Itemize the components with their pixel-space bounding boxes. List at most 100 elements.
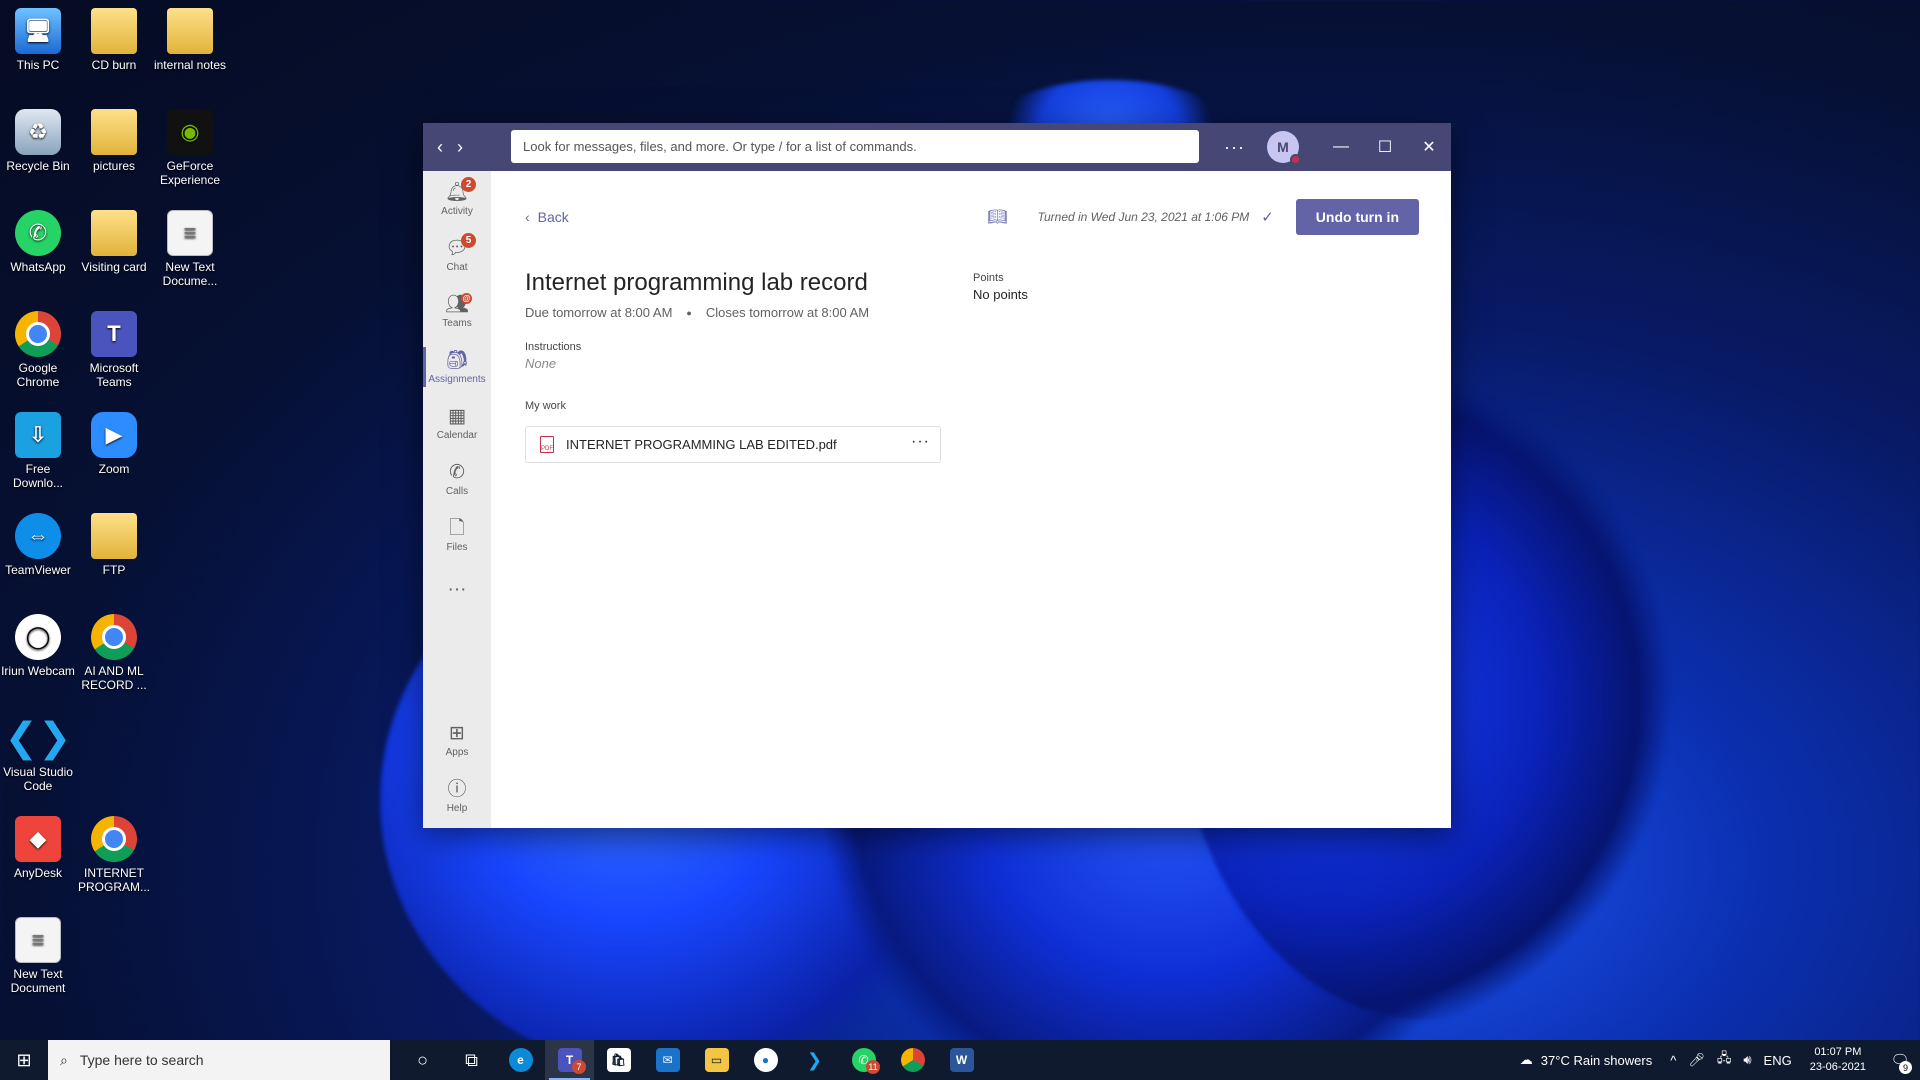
rail-label: Calendar bbox=[436, 429, 478, 441]
rail-label: Assignments bbox=[428, 373, 486, 385]
cortana-icon[interactable]: ○ bbox=[398, 1040, 447, 1080]
undo-turn-in-button[interactable]: Undo turn in bbox=[1295, 199, 1419, 235]
desktop-icon-label: Zoom bbox=[98, 462, 130, 476]
attached-file-card[interactable]: PDF INTERNET PROGRAMMING LAB EDITED.pdf … bbox=[525, 426, 941, 463]
text-document-icon: ≡ bbox=[167, 210, 213, 256]
desktop-icon[interactable]: CD burn bbox=[76, 8, 152, 72]
desktop-icon[interactable]: T Microsoft Teams bbox=[76, 311, 152, 389]
teams-taskbar-icon[interactable]: T 7 bbox=[545, 1040, 594, 1080]
mail-icon[interactable]: ✉ bbox=[643, 1040, 692, 1080]
desktop-icon[interactable]: FTP bbox=[76, 513, 152, 577]
back-arrow-icon[interactable]: ‹ bbox=[437, 137, 443, 158]
avatar-initial: M bbox=[1277, 139, 1289, 155]
rail-label: Teams bbox=[442, 317, 472, 329]
rail-item-calls[interactable]: ✆ Calls bbox=[423, 451, 491, 507]
pdf-file-icon: PDF bbox=[540, 436, 554, 453]
desktop-icon-label: AnyDesk bbox=[13, 866, 63, 880]
notification-center-icon[interactable]: 🗨 9 bbox=[1880, 1040, 1920, 1080]
network-icon[interactable]: 🖧 bbox=[1717, 1049, 1732, 1071]
desktop-icon[interactable]: pictures bbox=[76, 109, 152, 173]
title-bar: ‹ › Look for messages, files, and more. … bbox=[423, 123, 1451, 171]
desktop-icon[interactable]: ❮❯ Visual Studio Code bbox=[0, 715, 76, 793]
teams-taskbar-badge: 7 bbox=[572, 1060, 586, 1074]
desktop-icon[interactable]: ♻ Recycle Bin bbox=[0, 109, 76, 173]
desktop-icon[interactable]: ◉ GeForce Experience bbox=[152, 109, 228, 187]
desktop-icon[interactable]: internal notes bbox=[152, 8, 228, 72]
file-more-options-icon[interactable]: ··· bbox=[911, 433, 930, 451]
rail-item-activity[interactable]: 🔔︎ Activity 2 bbox=[423, 171, 491, 227]
close-date: Closes tomorrow at 8:00 AM bbox=[705, 305, 870, 320]
vscode-taskbar-icon[interactable]: ❯ bbox=[790, 1040, 839, 1080]
rail-item-apps[interactable]: ⊞ Apps bbox=[423, 712, 491, 768]
store-icon[interactable]: 🛍︎ bbox=[594, 1040, 643, 1080]
desktop-icon[interactable]: ≡ New Text Docume... bbox=[152, 210, 228, 288]
rail-item-help[interactable]: ⓘ Help bbox=[423, 768, 491, 824]
forward-arrow-icon[interactable]: › bbox=[457, 137, 463, 158]
whatsapp-icon: ✆ bbox=[15, 210, 61, 256]
close-icon[interactable]: ✕ bbox=[1407, 123, 1451, 171]
chrome-icon bbox=[91, 614, 137, 660]
desktop-icon-label: CD burn bbox=[91, 58, 137, 72]
chevron-up-icon[interactable]: ^ bbox=[1670, 1053, 1676, 1068]
pinned-app-icon[interactable]: ● bbox=[741, 1040, 790, 1080]
desktop-icon[interactable]: ⇩ Free Downlo... bbox=[0, 412, 76, 490]
desktop-icon-label: AI AND ML RECORD ... bbox=[81, 664, 147, 692]
more-options-icon[interactable]: ··· bbox=[1224, 137, 1245, 158]
rail-item-more[interactable]: ··· bbox=[423, 563, 491, 619]
whatsapp-taskbar-icon[interactable]: ✆ 11 bbox=[839, 1040, 888, 1080]
this-pc-icon: 🖥 bbox=[15, 8, 61, 54]
clock[interactable]: 01:07 PM 23-06-2021 bbox=[1810, 1045, 1866, 1075]
edge-icon[interactable]: e bbox=[496, 1040, 545, 1080]
desktop-icon[interactable]: Visiting card bbox=[76, 210, 152, 274]
chrome-taskbar-icon[interactable] bbox=[888, 1040, 937, 1080]
taskbar-search-input[interactable]: ⌕ Type here to search bbox=[48, 1040, 390, 1080]
desktop-icon[interactable]: ◯ Iriun Webcam bbox=[0, 614, 76, 678]
chrome-icon bbox=[91, 816, 137, 862]
file-explorer-icon[interactable]: ▭ bbox=[692, 1040, 741, 1080]
desktop-icon[interactable]: ⇔ TeamViewer bbox=[0, 513, 76, 577]
desktop-icon[interactable]: INTERNET PROGRAM... bbox=[76, 816, 152, 894]
notification-count: 9 bbox=[1899, 1061, 1912, 1074]
weather-text: 37°C Rain showers bbox=[1540, 1052, 1653, 1068]
task-view-icon[interactable]: ⧉ bbox=[447, 1040, 496, 1080]
rail-label: Help bbox=[446, 802, 468, 814]
desktop-icon[interactable]: Google Chrome bbox=[0, 311, 76, 389]
back-button[interactable]: ‹ Back bbox=[525, 209, 569, 225]
desktop-icon-label: Microsoft Teams bbox=[89, 361, 139, 389]
folder-icon bbox=[91, 210, 137, 256]
microphone-icon[interactable]: 🎤︎ bbox=[1688, 1052, 1705, 1068]
desktop-icon[interactable]: ✆ WhatsApp bbox=[0, 210, 76, 274]
chevron-left-icon: ‹ bbox=[525, 209, 530, 225]
language-indicator[interactable]: ENG bbox=[1764, 1053, 1792, 1068]
rail-label: Files bbox=[446, 541, 468, 553]
points-value: No points bbox=[973, 287, 1028, 302]
maximize-icon[interactable]: ☐ bbox=[1363, 123, 1407, 171]
avatar[interactable]: M bbox=[1267, 131, 1301, 165]
rain-cloud-icon: ☁ bbox=[1519, 1052, 1533, 1067]
rail-item-teams[interactable]: 👥︎ Teams @ bbox=[423, 283, 491, 339]
immersive-reader-icon[interactable]: 📖︎ bbox=[987, 207, 1007, 227]
rail-item-files[interactable]: 🗋 Files bbox=[423, 507, 491, 563]
desktop-icon-label: Free Downlo... bbox=[12, 462, 64, 490]
desktop-icon[interactable]: ◆ AnyDesk bbox=[0, 816, 76, 880]
rail-item-chat[interactable]: 💬︎ Chat 5 bbox=[423, 227, 491, 283]
desktop-icon[interactable]: AI AND ML RECORD ... bbox=[76, 614, 152, 692]
volume-icon[interactable]: 🔊︎ bbox=[1743, 1052, 1751, 1068]
search-input[interactable]: Look for messages, files, and more. Or t… bbox=[511, 130, 1199, 163]
back-label: Back bbox=[537, 209, 569, 225]
rail-item-calendar[interactable]: ▦ Calendar bbox=[423, 395, 491, 451]
word-taskbar-icon[interactable]: W bbox=[937, 1040, 986, 1080]
rail-item-assignments[interactable]: 🎒︎ Assignments bbox=[423, 339, 491, 395]
minimize-icon[interactable]: — bbox=[1319, 123, 1363, 171]
webcam-icon: ◯ bbox=[15, 614, 61, 660]
desktop-icon[interactable]: 🖥 This PC bbox=[0, 8, 76, 72]
desktop-icon[interactable]: ≡ New Text Document bbox=[0, 917, 76, 995]
folder-icon bbox=[91, 8, 137, 54]
teamviewer-icon: ⇔ bbox=[15, 513, 61, 559]
desktop-icon-label: FTP bbox=[102, 563, 126, 577]
windows-start-icon[interactable]: ⊞ bbox=[0, 1040, 48, 1080]
desktop-icon[interactable]: ▶ Zoom bbox=[76, 412, 152, 476]
assignment-content: ‹ Back 📖︎ Turned in Wed Jun 23, 2021 at … bbox=[491, 171, 1451, 828]
phone-icon: ✆ bbox=[449, 461, 465, 483]
weather-widget[interactable]: ☁ 37°C Rain showers bbox=[1520, 1052, 1652, 1068]
